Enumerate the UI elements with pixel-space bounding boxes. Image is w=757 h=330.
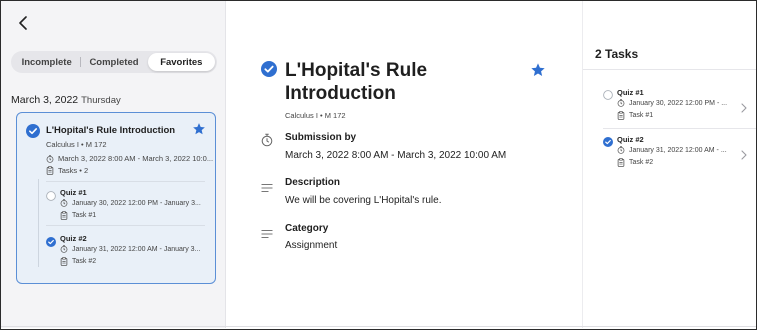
circle-outline-icon[interactable] bbox=[603, 87, 613, 105]
tree-connector bbox=[38, 179, 39, 267]
divider bbox=[603, 128, 756, 129]
clipboard-icon bbox=[60, 211, 68, 220]
clipboard-icon bbox=[46, 166, 54, 175]
subtask-task: Task #1 bbox=[72, 212, 97, 219]
subtask-title: Quiz #1 bbox=[60, 188, 87, 197]
category-lines-icon bbox=[261, 226, 273, 244]
tasks-panel: 2 Tasks Quiz #1 January 30, 2022 12:00 P… bbox=[582, 1, 756, 328]
event-card-tasks-row: Tasks • 2 bbox=[46, 166, 88, 175]
task-title: Quiz #1 bbox=[617, 88, 644, 97]
subtask-task-row: Task #2 bbox=[60, 257, 96, 266]
check-circle-icon[interactable] bbox=[261, 61, 277, 82]
subtask-datetime-row: January 31, 2022 12:00 AM - January 3... bbox=[60, 245, 200, 253]
clock-icon bbox=[617, 99, 625, 107]
segment-incomplete[interactable]: Incomplete bbox=[13, 53, 82, 71]
event-card-course: Calculus I • M 172 bbox=[46, 140, 107, 149]
date-header: March 3, 2022 Thursday bbox=[11, 94, 121, 106]
check-circle-icon[interactable] bbox=[26, 124, 40, 143]
task-title: Quiz #2 bbox=[617, 135, 644, 144]
task-task-row: Task #1 bbox=[617, 111, 653, 120]
clipboard-icon bbox=[617, 158, 625, 167]
check-circle-icon[interactable] bbox=[603, 134, 613, 152]
event-card-datetime-row: March 3, 2022 8:00 AM - March 3, 2022 10… bbox=[46, 154, 213, 163]
tasks-heading: 2 Tasks bbox=[595, 47, 639, 61]
date-header-weekday: Thursday bbox=[81, 95, 121, 106]
segment-favorites[interactable]: Favorites bbox=[147, 53, 215, 71]
date-header-date: March 3, 2022 bbox=[11, 94, 79, 106]
task-task: Task #1 bbox=[629, 112, 654, 119]
filter-segmented-control: Incomplete Completed Favorites bbox=[11, 51, 217, 73]
chevron-right-icon[interactable] bbox=[741, 100, 747, 118]
chevron-left-icon bbox=[19, 16, 27, 30]
segment-completed[interactable]: Completed bbox=[80, 53, 147, 71]
clock-icon bbox=[60, 245, 68, 253]
clock-icon bbox=[46, 154, 54, 163]
subtask-task-row: Task #1 bbox=[60, 211, 96, 220]
task-task: Task #2 bbox=[629, 159, 654, 166]
detail-title: L'Hopital's Rule Introduction bbox=[285, 60, 428, 104]
clock-icon bbox=[617, 146, 625, 154]
clipboard-icon bbox=[617, 111, 625, 120]
task-datetime-row: January 30, 2022 12:00 PM - ... bbox=[617, 99, 727, 107]
subtask-datetime: January 31, 2022 12:00 AM - January 3... bbox=[72, 245, 201, 253]
divider bbox=[583, 69, 756, 70]
chevron-right-icon[interactable] bbox=[741, 147, 747, 165]
divider bbox=[1, 326, 756, 327]
circle-outline-icon[interactable] bbox=[46, 188, 56, 206]
back-button[interactable] bbox=[13, 13, 33, 33]
submission-label: Submission by bbox=[285, 132, 357, 143]
stopwatch-icon bbox=[261, 133, 273, 152]
submission-value: March 3, 2022 8:00 AM - March 3, 2022 10… bbox=[285, 150, 507, 161]
description-lines-icon bbox=[261, 180, 273, 198]
event-card-title: L'Hopital's Rule Introduction bbox=[46, 125, 176, 136]
subtask-task: Task #2 bbox=[72, 258, 97, 265]
task-datetime: January 30, 2022 12:00 PM - ... bbox=[629, 99, 728, 107]
star-icon[interactable] bbox=[192, 122, 206, 141]
category-value: Assignment bbox=[285, 240, 338, 251]
task-list-item[interactable]: Quiz #1 January 30, 2022 12:00 PM - ... … bbox=[603, 87, 753, 123]
check-circle-icon[interactable] bbox=[46, 234, 56, 252]
description-label: Description bbox=[285, 177, 341, 188]
subtask-datetime: January 30, 2022 12:00 PM - January 3... bbox=[72, 199, 201, 207]
divider bbox=[46, 225, 205, 226]
task-datetime-row: January 31, 2022 12:00 AM - ... bbox=[617, 146, 727, 154]
task-datetime: January 31, 2022 12:00 AM - ... bbox=[629, 146, 727, 154]
detail-panel: L'Hopital's Rule Introduction Calculus I… bbox=[227, 1, 582, 328]
detail-course: Calculus I • M 172 bbox=[285, 111, 346, 120]
event-card-tasks: Tasks • 2 bbox=[58, 166, 89, 175]
subtask-datetime-row: January 30, 2022 12:00 PM - January 3... bbox=[60, 199, 201, 207]
task-list-item[interactable]: Quiz #2 January 31, 2022 12:00 AM - ... … bbox=[603, 134, 753, 170]
description-value: We will be covering L'Hopital's rule. bbox=[285, 195, 442, 206]
divider bbox=[46, 181, 205, 182]
category-label: Category bbox=[285, 223, 329, 234]
clock-icon bbox=[60, 199, 68, 207]
clipboard-icon bbox=[60, 257, 68, 266]
task-task-row: Task #2 bbox=[617, 158, 653, 167]
event-card-datetime: March 3, 2022 8:00 AM - March 3, 2022 10… bbox=[58, 154, 214, 163]
left-panel: Incomplete Completed Favorites March 3, … bbox=[1, 1, 226, 328]
event-card[interactable]: L'Hopital's Rule Introduction Calculus I… bbox=[16, 112, 216, 284]
star-icon[interactable] bbox=[530, 62, 546, 83]
subtask-title: Quiz #2 bbox=[60, 234, 87, 243]
